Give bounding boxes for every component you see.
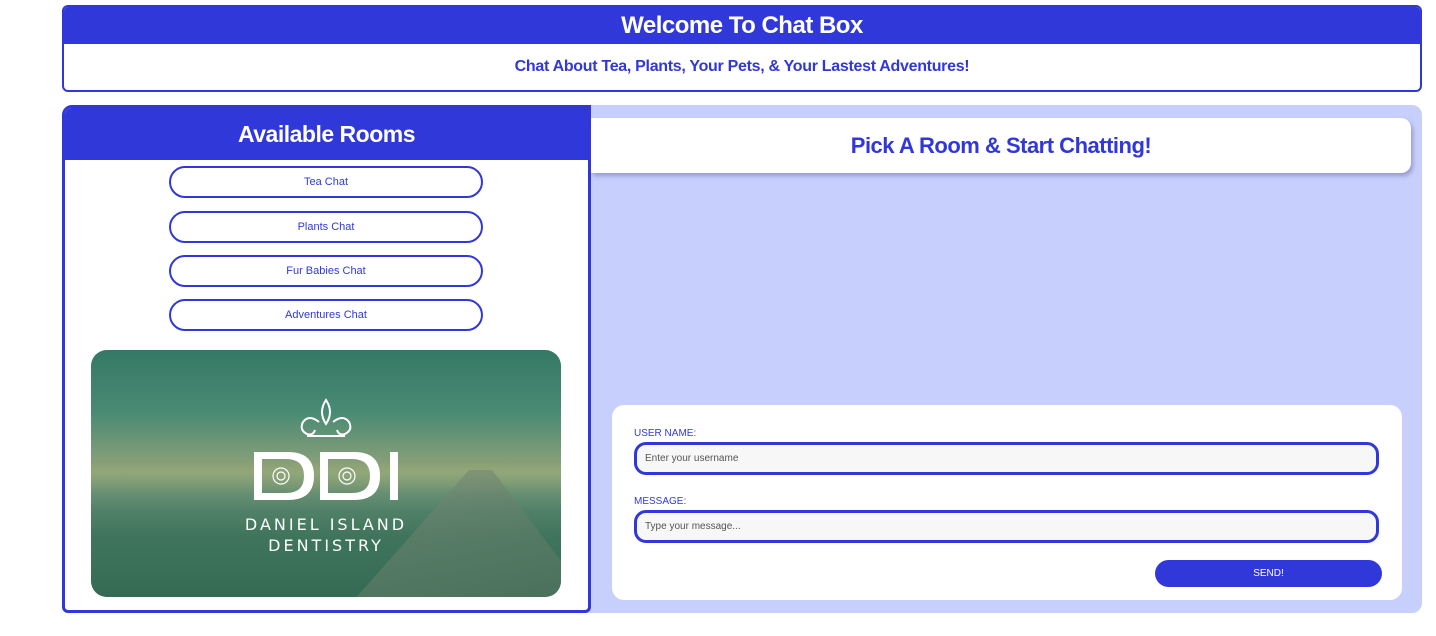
page-subtitle: Chat About Tea, Plants, Your Pets, & You…: [514, 58, 970, 75]
message-input[interactable]: [634, 510, 1379, 543]
send-button[interactable]: SEND!: [1155, 560, 1382, 587]
page-header: Welcome To Chat Box Chat About Tea, Plan…: [62, 5, 1422, 92]
username-label: USER NAME:: [634, 428, 697, 439]
rooms-title: Available Rooms: [65, 108, 588, 160]
room-button-plants[interactable]: Plants Chat: [169, 211, 483, 243]
message-form: USER NAME: MESSAGE: SEND!: [612, 405, 1402, 600]
logo-text-line1: DANIEL ISLAND: [244, 515, 408, 534]
sponsor-logo-image: DANIEL ISLAND DENTISTRY: [91, 350, 561, 597]
room-button-fur-babies[interactable]: Fur Babies Chat: [169, 255, 483, 287]
chat-title: Pick A Room & Start Chatting!: [591, 118, 1411, 173]
main-panel: Available Rooms Tea Chat Plants Chat Fur…: [62, 105, 1422, 613]
dentistry-emblem-icon: [254, 398, 398, 500]
message-label: MESSAGE:: [634, 496, 687, 507]
logo-text-line2: DENTISTRY: [268, 536, 384, 555]
room-button-adventures[interactable]: Adventures Chat: [169, 299, 483, 331]
rooms-panel: Available Rooms Tea Chat Plants Chat Fur…: [62, 105, 591, 613]
page-title: Welcome To Chat Box: [64, 7, 1420, 44]
username-input[interactable]: [634, 442, 1379, 475]
room-button-tea[interactable]: Tea Chat: [169, 166, 483, 198]
